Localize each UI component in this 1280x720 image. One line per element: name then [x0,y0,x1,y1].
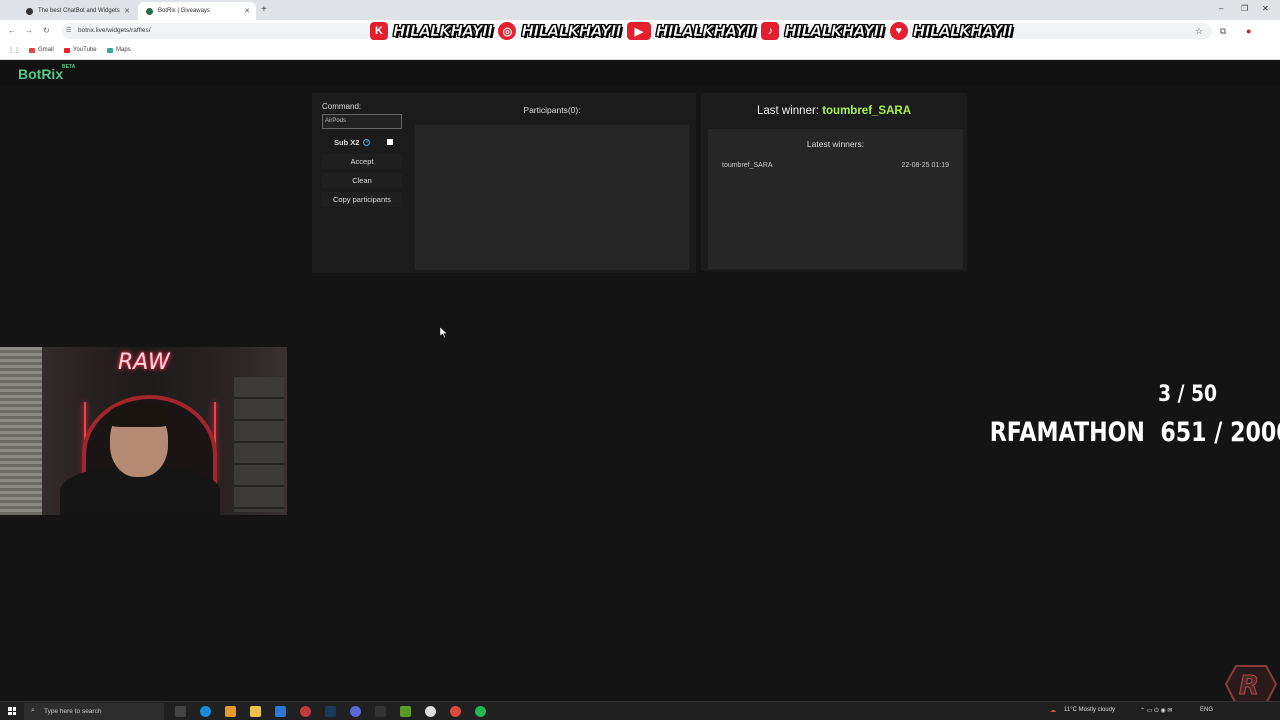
tiktok-icon: ♪ [759,20,782,42]
clean-button[interactable]: Clean [322,173,402,188]
social-handles-overlay: K HILALKHAYII ◎ HILALKHAYII ▶ HILALKHAYI… [368,14,1013,48]
chrome-icon[interactable] [450,706,461,717]
spotify-icon[interactable] [475,706,486,717]
command-label: Command: [322,102,362,111]
app-icon[interactable] [425,706,436,717]
minimize-icon[interactable]: – [1219,4,1223,13]
kick-icon: K [368,20,390,42]
twitter-handle: ♥ HILALKHAYII [887,20,1013,42]
instagram-handle: ◎ HILALKHAYII [496,20,622,42]
weather-text[interactable]: 11°C Mostly cloudy [1064,707,1115,713]
tab-favicon-icon [146,7,153,15]
command-input[interactable]: AirPods [322,114,402,129]
sub-x2-checkbox[interactable] [387,139,393,145]
obs-icon[interactable] [375,706,386,717]
bookmark-gmail[interactable]: Gmail [29,47,54,53]
search-icon: ⌕ [31,707,35,714]
beta-badge: BETA [62,64,76,70]
winner-name: toumbref_SARA [722,162,773,169]
close-tab-icon[interactable]: ✕ [124,7,130,15]
extensions-icon[interactable]: ⧉ [1220,26,1226,37]
sub-x2-option: Sub X2 i [334,138,371,147]
twitter-bird-icon: ♥ [887,20,910,42]
youtube-icon: ▶ [624,20,653,42]
participants-list[interactable] [415,125,689,270]
start-icon[interactable] [8,707,16,715]
maps-icon [107,47,113,53]
info-icon[interactable]: i [363,139,371,146]
gmail-icon [29,47,35,53]
task-view-icon[interactable] [175,706,186,717]
last-winner: Last winner: toumbref_SARA [701,105,967,117]
instagram-icon: ◎ [496,20,519,42]
app-icon[interactable] [300,706,311,717]
copy-participants-button[interactable]: Copy participants [322,192,402,207]
app-icon[interactable] [225,706,236,717]
kick-handle: K HILALKHAYII [368,20,493,42]
sub-x2-label: Sub X2 [334,138,360,147]
botrix-logo[interactable]: BotRix BETA [18,64,75,82]
restore-icon[interactable]: ❐ [1241,4,1248,13]
participants-title: Participants(0): [523,105,581,115]
latest-winners-box [708,129,963,269]
browser-tab[interactable]: The best ChatBot and Widgets ✕ [18,2,136,20]
steam-icon[interactable] [325,706,336,717]
edge-icon[interactable] [200,706,211,717]
mouse-cursor-icon [440,327,448,338]
bookmark-youtube[interactable]: YouTube [64,47,97,53]
taskbar-search[interactable]: ⌕ Type here to search [24,703,164,720]
counter-small: 3 / 50 [1158,382,1217,407]
site-header: BotRix BETA [0,61,1280,86]
youtube-icon [64,47,70,53]
bookmark-star-icon[interactable]: ☆ [1195,26,1203,37]
browser-tab-active[interactable]: BotRix | Giveaways ✕ [138,2,256,20]
back-icon[interactable]: ← [8,26,16,35]
youtube-handle: ▶ HILALKHAYII [624,20,756,42]
tab-favicon-icon [26,7,33,15]
latest-winners-title: Latest winners: [806,139,865,149]
windows-taskbar: ⌕ Type here to search ☁ 11°C Mostly clou… [0,701,1280,720]
counter-marathon: RFAMATHON 651 / 2000 [989,417,1280,448]
file-explorer-icon[interactable] [250,706,261,717]
accept-button[interactable]: Accept [322,154,402,169]
apps-grid-icon[interactable]: ⋮⋮ [8,47,20,54]
last-winner-label: Last winner: [756,105,819,117]
webcam-feed: RAW [0,347,287,515]
tab-label: BotRix | Giveaways [158,8,210,14]
winner-date: 22-08-25 01:19 [901,162,949,169]
forward-icon[interactable]: → [25,26,33,35]
tray-icons[interactable]: ⌃ ▭ ⏻ ◉ ✉ [1140,707,1172,715]
last-winner-name: toumbref_SARA [822,105,912,117]
profile-avatar-icon[interactable]: ● [1246,26,1251,36]
new-tab-icon[interactable]: + [261,4,267,15]
close-tab-icon[interactable]: ✕ [244,7,250,15]
tab-label: The best ChatBot and Widgets [38,8,120,14]
store-icon[interactable] [275,706,286,717]
site-info-icon[interactable]: ☰ [66,27,71,34]
raw-neon-sign: RAW [118,350,170,375]
svg-text:R: R [1239,671,1259,701]
language-indicator[interactable]: ENG [1200,707,1213,713]
close-window-icon[interactable]: ✕ [1262,4,1269,13]
weather-icon: ☁ [1050,708,1056,714]
bookmark-maps[interactable]: Maps [107,47,131,53]
tiktok-handle: ♪ HILALKHAYII [759,20,885,42]
reload-icon[interactable]: ↻ [43,26,50,35]
discord-icon[interactable] [350,706,361,717]
nvidia-icon[interactable] [400,706,411,717]
